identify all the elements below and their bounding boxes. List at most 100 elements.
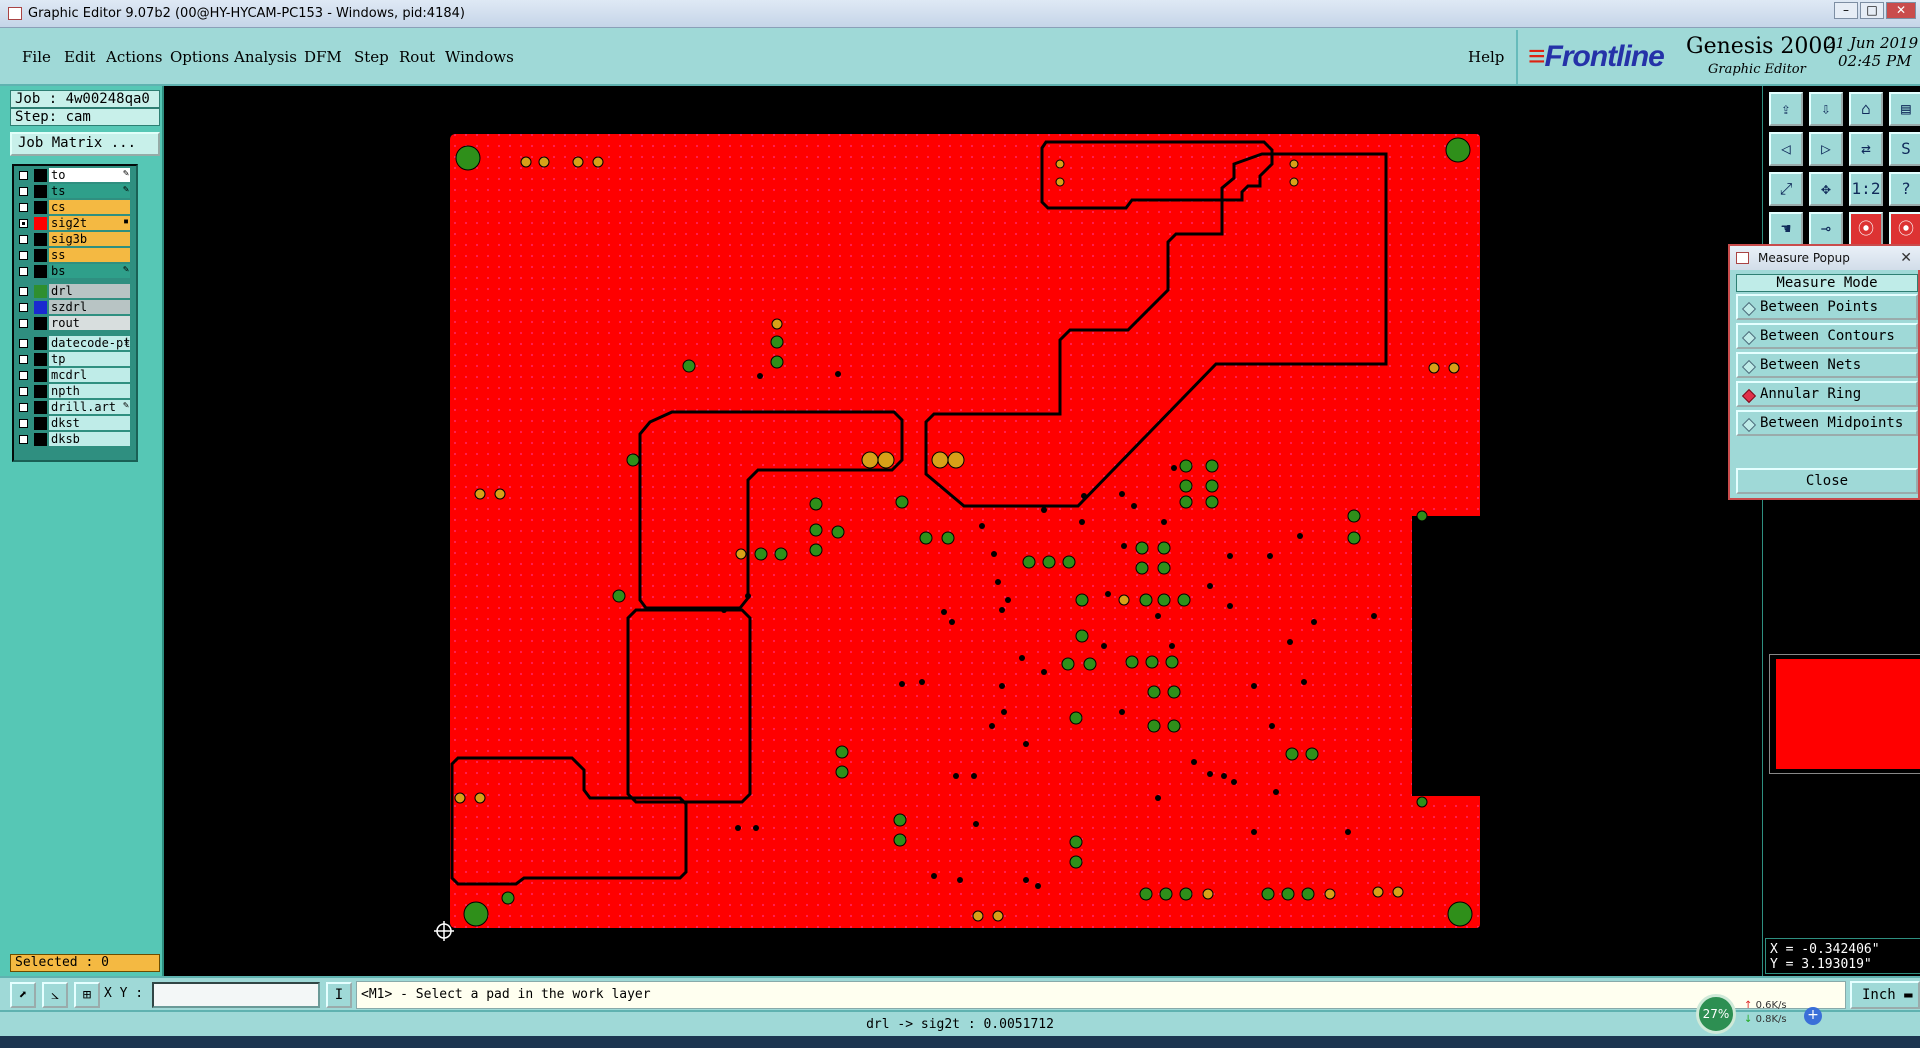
layer-checkbox[interactable] xyxy=(19,387,28,396)
job-matrix-button[interactable]: Job Matrix ... xyxy=(10,132,160,156)
layer-checkbox[interactable] xyxy=(19,203,28,212)
layer-color-swatch[interactable] xyxy=(34,433,47,446)
menu-step[interactable]: Step xyxy=(354,48,389,66)
layer-color-swatch[interactable] xyxy=(34,369,47,382)
layout-button[interactable]: ▤ xyxy=(1889,92,1920,126)
measure-popup-header[interactable]: Measure Popup ✕ xyxy=(1730,246,1920,270)
grid-snap-button[interactable]: ⊞ xyxy=(74,982,100,1008)
prev-button[interactable]: ◁ xyxy=(1769,132,1803,166)
layer-color-swatch[interactable] xyxy=(34,401,47,414)
layer-color-swatch[interactable] xyxy=(34,285,47,298)
layer-color-swatch[interactable] xyxy=(34,301,47,314)
help-button[interactable]: ? xyxy=(1889,172,1920,206)
layer-checkbox[interactable] xyxy=(19,187,28,196)
layer-row-szdrl[interactable]: szdrl xyxy=(14,300,132,315)
menu-options[interactable]: Options xyxy=(170,48,229,66)
layer-checkbox[interactable] xyxy=(19,267,28,276)
layer-row-npth[interactable]: npth xyxy=(14,384,132,399)
layer-name[interactable]: rout xyxy=(49,316,130,330)
layer-color-swatch[interactable] xyxy=(34,317,47,330)
layer-checkbox[interactable] xyxy=(19,171,28,180)
layer-name[interactable]: bs xyxy=(49,264,130,278)
layer-checkbox[interactable] xyxy=(19,251,28,260)
layer-color-swatch[interactable] xyxy=(34,169,47,182)
layer-name[interactable]: sig2t xyxy=(49,216,130,230)
text-cursor-button[interactable]: I xyxy=(326,982,352,1008)
ratio-button[interactable]: 1:2 xyxy=(1849,172,1883,206)
export-button[interactable]: ⇪ xyxy=(1769,92,1803,126)
layer-checkbox[interactable] xyxy=(19,371,28,380)
layer-checkbox[interactable] xyxy=(19,303,28,312)
minimize-button[interactable]: – xyxy=(1834,2,1858,19)
graphic-canvas[interactable] xyxy=(164,86,1762,976)
hand-button[interactable]: ☚ xyxy=(1769,212,1803,246)
layer-row-dkst[interactable]: dkst xyxy=(14,416,132,431)
layer-color-swatch[interactable] xyxy=(34,249,47,262)
measure-close-button[interactable]: Close xyxy=(1736,468,1918,494)
layer-name[interactable]: cs xyxy=(49,200,130,214)
layer-row-rout[interactable]: rout xyxy=(14,316,132,331)
maximize-button[interactable]: □ xyxy=(1860,2,1884,19)
layer-row-sig3b[interactable]: sig3b xyxy=(14,232,132,247)
menu-analysis[interactable]: Analysis xyxy=(234,48,297,66)
popup-close-icon[interactable]: ✕ xyxy=(1900,246,1912,270)
zoom-fit-button[interactable]: ⤢ xyxy=(1769,172,1803,206)
layer-checkbox[interactable] xyxy=(19,403,28,412)
layer-row-dksb[interactable]: dksb xyxy=(14,432,132,447)
measure-option-between-midpoints[interactable]: Between Midpoints xyxy=(1736,410,1918,436)
xy-input[interactable] xyxy=(152,982,320,1008)
close-window-button[interactable]: ✕ xyxy=(1886,2,1916,19)
measure-option-between-nets[interactable]: Between Nets xyxy=(1736,352,1918,378)
layer-checkbox[interactable] xyxy=(19,287,28,296)
layer-color-swatch[interactable] xyxy=(34,201,47,214)
network-monitor[interactable]: 27% ↑ 0.6K/s ↓ 0.8K/s + xyxy=(1696,994,1846,1034)
layer-name[interactable]: tp xyxy=(49,352,130,366)
home-button[interactable]: ⌂ xyxy=(1849,92,1883,126)
unit-selector[interactable]: Inch ▬ xyxy=(1850,981,1920,1009)
layer-row-datecode-pt[interactable]: datecode-pt ⤓ xyxy=(14,336,132,351)
layer-row-bs[interactable]: bs ✎ xyxy=(14,264,132,279)
layer-name[interactable]: npth xyxy=(49,384,130,398)
layer-name[interactable]: szdrl xyxy=(49,300,130,314)
menu-rout[interactable]: Rout xyxy=(399,48,435,66)
measure-option-between-points[interactable]: Between Points xyxy=(1736,294,1918,320)
layer-color-swatch[interactable] xyxy=(34,185,47,198)
layer-checkbox[interactable] xyxy=(19,419,28,428)
menu-windows[interactable]: Windows xyxy=(445,48,514,66)
layer-row-drill-art[interactable]: drill.art ✎ xyxy=(14,400,132,415)
plus-icon[interactable]: + xyxy=(1804,1007,1822,1025)
layer-row-drl[interactable]: drl xyxy=(14,284,132,299)
layer-checkbox[interactable] xyxy=(19,355,28,364)
layer-row-cs[interactable]: cs xyxy=(14,200,132,215)
minimap[interactable] xyxy=(1769,654,1920,774)
swap-button[interactable]: ⇄ xyxy=(1849,132,1883,166)
measure-option-between-contours[interactable]: Between Contours xyxy=(1736,323,1918,349)
layer-name[interactable]: drill.art xyxy=(49,400,130,414)
layer-color-swatch[interactable] xyxy=(34,353,47,366)
layer-checkbox[interactable] xyxy=(19,435,28,444)
menu-file[interactable]: File xyxy=(22,48,51,66)
layer-name[interactable]: sig3b xyxy=(49,232,130,246)
layer-checkbox[interactable] xyxy=(19,339,28,348)
layer-row-to[interactable]: to ✎ xyxy=(14,168,132,183)
layer-name[interactable]: dksb xyxy=(49,432,130,446)
layer-checkbox[interactable] xyxy=(19,235,28,244)
layer-name[interactable]: drl xyxy=(49,284,130,298)
layer-color-swatch[interactable] xyxy=(34,385,47,398)
layer-name[interactable]: to xyxy=(49,168,130,182)
layer-name[interactable]: dkst xyxy=(49,416,130,430)
layer-name[interactable]: ts xyxy=(49,184,130,198)
layer-color-swatch[interactable] xyxy=(34,233,47,246)
menu-edit[interactable]: Edit xyxy=(64,48,95,66)
measure-option-annular-ring[interactable]: Annular Ring xyxy=(1736,381,1918,407)
layer-color-swatch[interactable] xyxy=(34,337,47,350)
select-tool-button[interactable]: ⬈ xyxy=(10,982,36,1008)
s-button[interactable]: S xyxy=(1889,132,1920,166)
layer-name[interactable]: ss xyxy=(49,248,130,262)
next-button[interactable]: ▷ xyxy=(1809,132,1843,166)
zoom-pan-button[interactable]: ✥ xyxy=(1809,172,1843,206)
layer-row-tp[interactable]: tp xyxy=(14,352,132,367)
probe-button[interactable]: ⊸ xyxy=(1809,212,1843,246)
pcb-board-view[interactable] xyxy=(164,86,1762,976)
layer-name[interactable]: datecode-pt xyxy=(49,336,130,350)
